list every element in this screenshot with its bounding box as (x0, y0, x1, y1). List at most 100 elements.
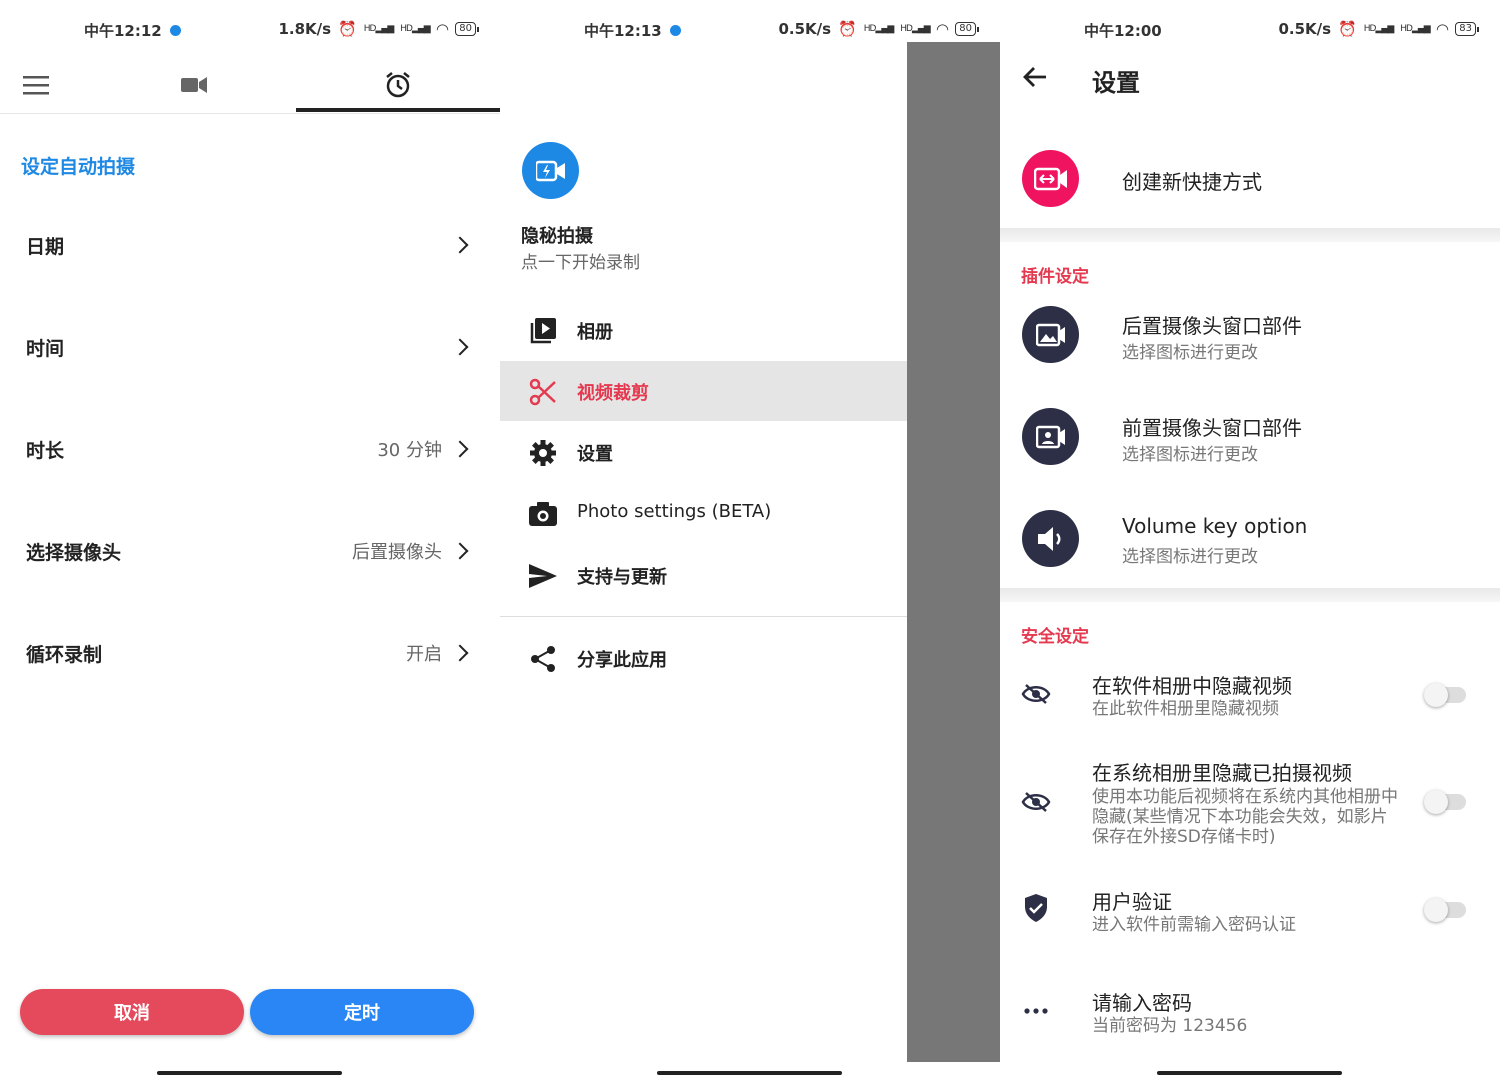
menu-item-album[interactable]: 相册 (500, 300, 907, 360)
notification-icon (669, 25, 681, 36)
menu-item-support[interactable]: 支持与更新 (500, 545, 907, 605)
toggle-knob (1424, 898, 1448, 922)
row-time[interactable]: 时间 (0, 317, 500, 377)
menu-item-photo-settings[interactable]: Photo settings (BETA) (500, 483, 907, 543)
item-subtitle: 当前密码为 123456 (1092, 1016, 1248, 1036)
wifi-icon: ◠ (936, 20, 949, 38)
security-section-title: 安全设定 (1021, 627, 1089, 647)
chevron-right-icon (451, 440, 469, 458)
item-title: 请输入密码 (1092, 991, 1192, 1015)
hide-in-system-album-toggle[interactable] (1424, 790, 1466, 814)
send-icon (528, 561, 558, 591)
chevron-right-icon (451, 644, 469, 662)
row-loop-record[interactable]: 循环录制 开启 (0, 623, 500, 683)
row-value: 30 分钟 (377, 440, 442, 461)
item-title: Volume key option (1122, 514, 1308, 538)
item-subtitle: 使用本功能后视频将在系统内其他相册中隐藏(某些情况下本功能会失效，如影片保存在外… (1092, 787, 1398, 847)
enter-password-item[interactable]: 请输入密码 当前密码为 123456 (1000, 985, 1500, 1045)
volume-key-option-item[interactable]: Volume key option 选择图标进行更改 (1000, 504, 1500, 576)
status-bar: 中午12:12 1.8K/s ⏰ HD▂▄▆ HD▂▄▆ ◠ 80 (0, 0, 500, 56)
image-icon (1022, 306, 1079, 363)
section-separator (1000, 588, 1500, 602)
active-tab-indicator (296, 108, 500, 112)
item-title: 前置摄像头窗口部件 (1122, 416, 1302, 440)
item-subtitle: 选择图标进行更改 (1122, 445, 1258, 465)
item-subtitle: 进入软件前需输入密码认证 (1092, 915, 1296, 935)
gear-icon (528, 438, 558, 468)
chevron-right-icon (451, 542, 469, 560)
menu-label: Photo settings (BETA) (577, 501, 772, 522)
volume-icon (1022, 510, 1079, 567)
section-separator (1000, 228, 1500, 242)
signal-icon: HD▂▄▆ (900, 24, 930, 34)
video-library-icon (528, 316, 558, 346)
signal-icon: HD▂▄▆ (400, 24, 430, 34)
user-verification-toggle[interactable] (1424, 898, 1466, 922)
eye-off-icon (1020, 678, 1052, 710)
item-subtitle: 在此软件相册里隐藏视频 (1092, 699, 1279, 719)
menu-item-settings[interactable]: 设置 (500, 422, 907, 482)
drawer-scrim[interactable] (907, 42, 1000, 1062)
item-subtitle: 选择图标进行更改 (1122, 547, 1258, 567)
alarm-clock-icon[interactable] (374, 56, 422, 114)
menu-icon[interactable] (12, 56, 60, 114)
shortcut-camera-icon (1022, 150, 1079, 207)
video-camera-icon[interactable] (170, 56, 218, 114)
battery-icon: 80 (455, 22, 479, 36)
top-tab-bar (0, 56, 500, 114)
toggle-knob (1424, 683, 1448, 707)
alarm-icon: ⏰ (338, 20, 357, 38)
home-indicator[interactable] (657, 1071, 842, 1075)
home-indicator[interactable] (1157, 1071, 1342, 1075)
chevron-right-icon (451, 338, 469, 356)
battery-icon: 83 (1455, 22, 1479, 36)
status-time: 中午12:13 (584, 22, 662, 40)
row-camera[interactable]: 选择摄像头 后置摄像头 (0, 521, 500, 581)
status-bar: 中午12:00 0.5K/s ⏰ HD▂▄▆ HD▂▄▆ ◠ 83 (1000, 0, 1500, 56)
menu-label: 相册 (577, 322, 613, 343)
alarm-icon: ⏰ (838, 20, 857, 38)
item-title: 在系统相册里隐藏已拍摄视频 (1092, 761, 1352, 785)
alarm-icon: ⏰ (1338, 20, 1357, 38)
status-time: 中午12:12 (84, 22, 162, 40)
share-icon (528, 644, 558, 674)
settings-screen: 中午12:00 0.5K/s ⏰ HD▂▄▆ HD▂▄▆ ◠ 83 设置 创建新… (1000, 0, 1500, 1083)
menu-item-video-trim[interactable]: 视频裁剪 (500, 361, 907, 421)
chevron-right-icon (451, 236, 469, 254)
network-speed: 0.5K/s (778, 20, 832, 38)
front-camera-widget-item[interactable]: 前置摄像头窗口部件 选择图标进行更改 (1000, 402, 1500, 474)
menu-label: 分享此应用 (577, 650, 667, 671)
row-date[interactable]: 日期 (0, 215, 500, 275)
row-value: 开启 (406, 644, 442, 665)
item-subtitle: 选择图标进行更改 (1122, 343, 1258, 363)
rear-camera-widget-item[interactable]: 后置摄像头窗口部件 选择图标进行更改 (1000, 300, 1500, 372)
create-shortcut-item[interactable]: 创建新快捷方式 (1000, 140, 1500, 220)
row-duration[interactable]: 时长 30 分钟 (0, 419, 500, 479)
more-horizontal-icon (1020, 995, 1052, 1027)
camera-icon (528, 499, 558, 529)
row-label: 选择摄像头 (26, 541, 122, 564)
hide-in-app-album-toggle[interactable] (1424, 683, 1466, 707)
app-name: 隐秘拍摄 (521, 226, 593, 247)
item-title: 创建新快捷方式 (1122, 170, 1262, 194)
set-timer-button[interactable]: 定时 (250, 989, 474, 1035)
toggle-knob (1424, 790, 1448, 814)
section-title: 设定自动拍摄 (21, 156, 136, 178)
menu-divider (500, 616, 907, 617)
signal-icon: HD▂▄▆ (1363, 24, 1394, 34)
row-value: 后置摄像头 (352, 542, 442, 563)
item-title: 后置摄像头窗口部件 (1122, 314, 1302, 338)
back-arrow-icon[interactable] (1022, 64, 1050, 92)
portrait-icon (1022, 408, 1079, 465)
signal-icon: HD▂▄▆ (863, 24, 894, 34)
page-title: 设置 (1092, 69, 1140, 97)
home-indicator[interactable] (157, 1071, 342, 1075)
menu-item-share[interactable]: 分享此应用 (500, 628, 907, 688)
item-title: 在软件相册中隐藏视频 (1092, 674, 1292, 698)
status-time: 中午12:00 (1084, 22, 1162, 40)
cancel-button[interactable]: 取消 (20, 989, 244, 1035)
wifi-icon: ◠ (436, 20, 449, 38)
menu-label: 设置 (577, 444, 613, 465)
menu-label: 支持与更新 (577, 567, 667, 588)
signal-icon: HD▂▄▆ (1400, 24, 1430, 34)
